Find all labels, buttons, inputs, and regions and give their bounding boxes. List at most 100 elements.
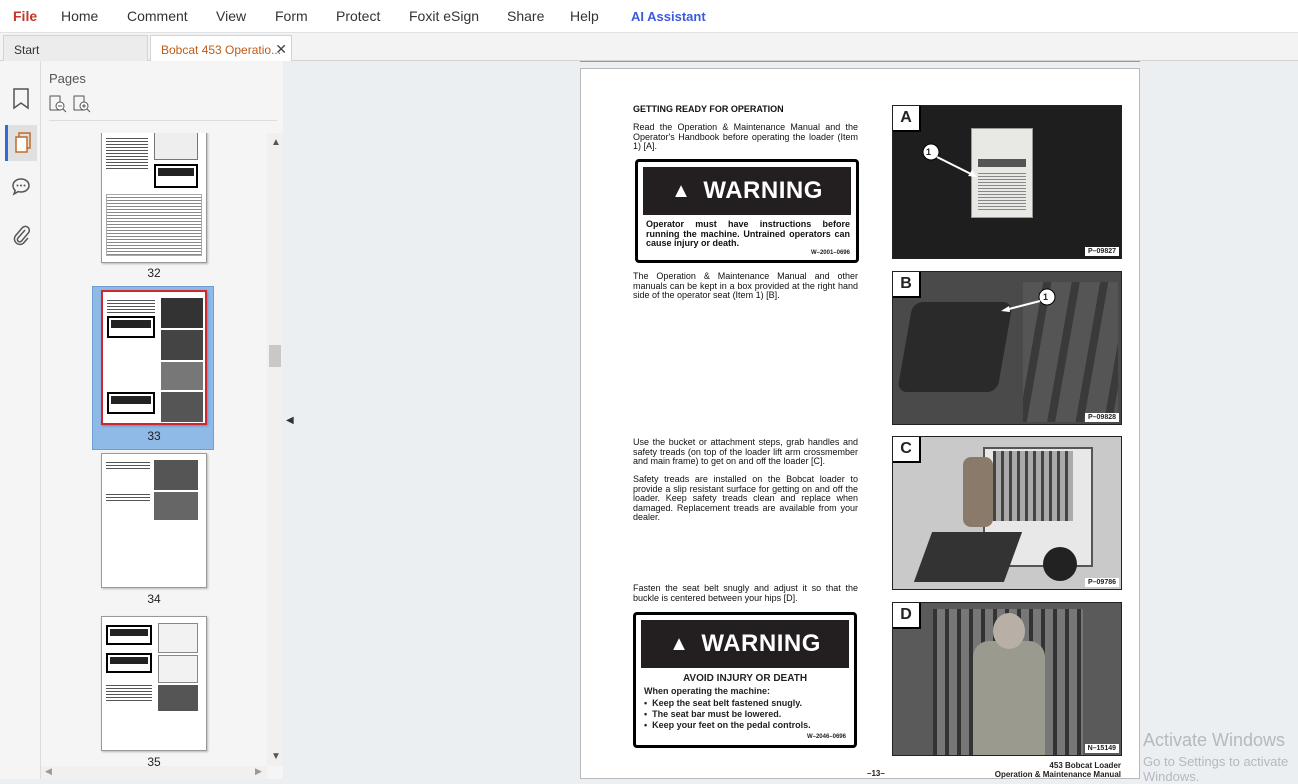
thumb-text [107, 298, 155, 314]
thumb-photo [154, 460, 198, 490]
warning-item: • The seat bar must be lowered. [644, 709, 782, 719]
callout-number: 1 [1043, 292, 1049, 302]
callout-arrow-icon [1001, 288, 1056, 312]
photo-d: D N–15149 [892, 602, 1122, 756]
warning-box-1: ▲ WARNING Operator must have instructions… [635, 159, 859, 263]
menu-share[interactable]: Share [507, 8, 544, 24]
menu-ai-assistant[interactable]: AI Assistant [631, 9, 706, 24]
menu-help[interactable]: Help [570, 8, 599, 24]
thumb-warning [106, 653, 152, 673]
panel-title: Pages [49, 71, 86, 86]
photo-b: 1 B P–09828 [892, 271, 1122, 425]
panel-splitter[interactable]: ◀ [283, 61, 297, 779]
thumbnail-list: 32 33 34 35 [41, 133, 267, 766]
page-thumbnail[interactable] [101, 453, 207, 588]
tab-document-label: Bobcat 453 Operatio... [161, 43, 282, 57]
thumb-photo [154, 492, 198, 520]
photo-c: C P–09786 [892, 436, 1122, 590]
paragraph-4: Safety treads are installed on the Bobca… [633, 474, 858, 522]
page-number: –13– [867, 769, 885, 778]
warning-code: W–2046–0696 [806, 734, 846, 740]
menu-form[interactable]: Form [275, 8, 308, 24]
page-zoom-out-icon[interactable] [49, 95, 67, 113]
operator [963, 457, 993, 527]
thumb-text [106, 136, 148, 171]
page-number-35: 35 [147, 755, 161, 766]
page-thumbnail[interactable] [101, 133, 207, 263]
loader-bucket [913, 532, 1023, 582]
thumb-text [106, 460, 150, 470]
menu-comment[interactable]: Comment [127, 8, 188, 24]
warning-item: • Keep the seat belt fastened snugly. [644, 698, 803, 708]
warning-title: WARNING [703, 177, 823, 204]
thumb-photo-d [161, 392, 203, 422]
thumb-text [106, 683, 152, 703]
footer-title: 453 Bobcat Loader [1049, 761, 1121, 770]
left-toolbar [0, 61, 41, 779]
page-number-34: 34 [147, 592, 161, 606]
menu-home[interactable]: Home [61, 8, 98, 24]
thumb-warning [106, 625, 152, 645]
document-page: GETTING READY FOR OPERATION Read the Ope… [580, 68, 1140, 779]
thumb-table [106, 194, 202, 256]
collapse-panel-icon[interactable]: ◀ [286, 415, 294, 426]
scroll-left-icon[interactable]: ◀ [45, 766, 52, 777]
page-thumbnail[interactable] [101, 616, 207, 751]
paragraph-2: The Operation & Maintenance Manual and o… [633, 271, 858, 300]
warning-subtitle: AVOID INJURY OR DEATH [682, 673, 808, 684]
warning-code: W–2001–0696 [810, 250, 850, 256]
menu-bar: File Home Comment View Form Protect Foxi… [0, 0, 1298, 33]
operator [973, 641, 1045, 755]
thumb-text [106, 492, 150, 502]
pages-panel: Pages 32 33 34 35 ▲ ▼ ◀ ▶ [41, 61, 283, 779]
thumb-photo-b [161, 330, 203, 360]
tab-document[interactable]: Bobcat 453 Operatio... ✕ [150, 35, 292, 62]
menu-file[interactable]: File [13, 8, 37, 24]
warning-body: Operator must have instructions before r… [646, 219, 850, 248]
attachment-icon[interactable] [5, 217, 37, 253]
page-number-33: 33 [147, 429, 161, 443]
previous-page-edge [580, 61, 1140, 62]
paragraph-5: Fasten the seat belt snugly and adjust i… [633, 583, 858, 603]
warning-box-2: ▲ WARNING AVOID INJURY OR DEATH When oper… [633, 612, 857, 748]
tab-start-label: Start [14, 43, 40, 57]
thumb-warning [107, 392, 155, 414]
thumbnail-horizontal-scrollbar[interactable]: ◀ ▶ [41, 766, 267, 779]
scroll-right-icon[interactable]: ▶ [255, 766, 262, 777]
close-icon[interactable]: ✕ [275, 41, 287, 58]
warning-item: • Keep your feet on the pedal controls. [644, 720, 811, 730]
warning-title: WARNING [701, 630, 821, 657]
comment-icon[interactable] [5, 169, 37, 205]
photo-a: 1 A P–09827 [892, 105, 1122, 259]
thumbnail-vertical-scrollbar[interactable]: ▲ ▼ [267, 133, 283, 766]
bookmark-icon[interactable] [5, 81, 37, 117]
paragraph-3: Use the bucket or attachment steps, grab… [633, 437, 858, 466]
photo-code: P–09828 [1084, 413, 1119, 422]
warning-header: ▲ WARNING [641, 620, 849, 668]
page-thumbnail-selected[interactable] [101, 290, 207, 425]
photo-code: P–09786 [1084, 578, 1119, 587]
scroll-down-icon[interactable]: ▼ [271, 751, 281, 762]
pages-icon[interactable] [5, 125, 37, 161]
warning-lead: When operating the machine: [644, 686, 771, 696]
paragraph-1: Read the Operation & Maintenance Manual … [633, 122, 858, 151]
callout-arrow-icon [922, 143, 977, 177]
menu-foxit-esign[interactable]: Foxit eSign [409, 8, 479, 24]
thumb-warning [154, 164, 198, 188]
thumb-warning [107, 316, 155, 338]
loader-wheel [1043, 547, 1077, 581]
photo-label: D [893, 603, 921, 629]
photo-code: P–09827 [1084, 247, 1119, 256]
scroll-up-icon[interactable]: ▲ [271, 137, 281, 148]
activation-watermark-text: Go to Settings to activate Windows. [1143, 754, 1289, 784]
section-heading: GETTING READY FOR OPERATION [633, 104, 784, 114]
menu-view[interactable]: View [216, 8, 246, 24]
loader-cab [993, 451, 1073, 521]
activation-watermark-title: Activate Windows [1143, 730, 1286, 750]
thumb-photo-c [161, 362, 203, 390]
scroll-thumb[interactable] [269, 345, 281, 367]
page-zoom-in-icon[interactable] [73, 95, 91, 113]
menu-protect[interactable]: Protect [336, 8, 380, 24]
page-number-32: 32 [147, 266, 161, 280]
tab-start[interactable]: Start [3, 35, 148, 62]
